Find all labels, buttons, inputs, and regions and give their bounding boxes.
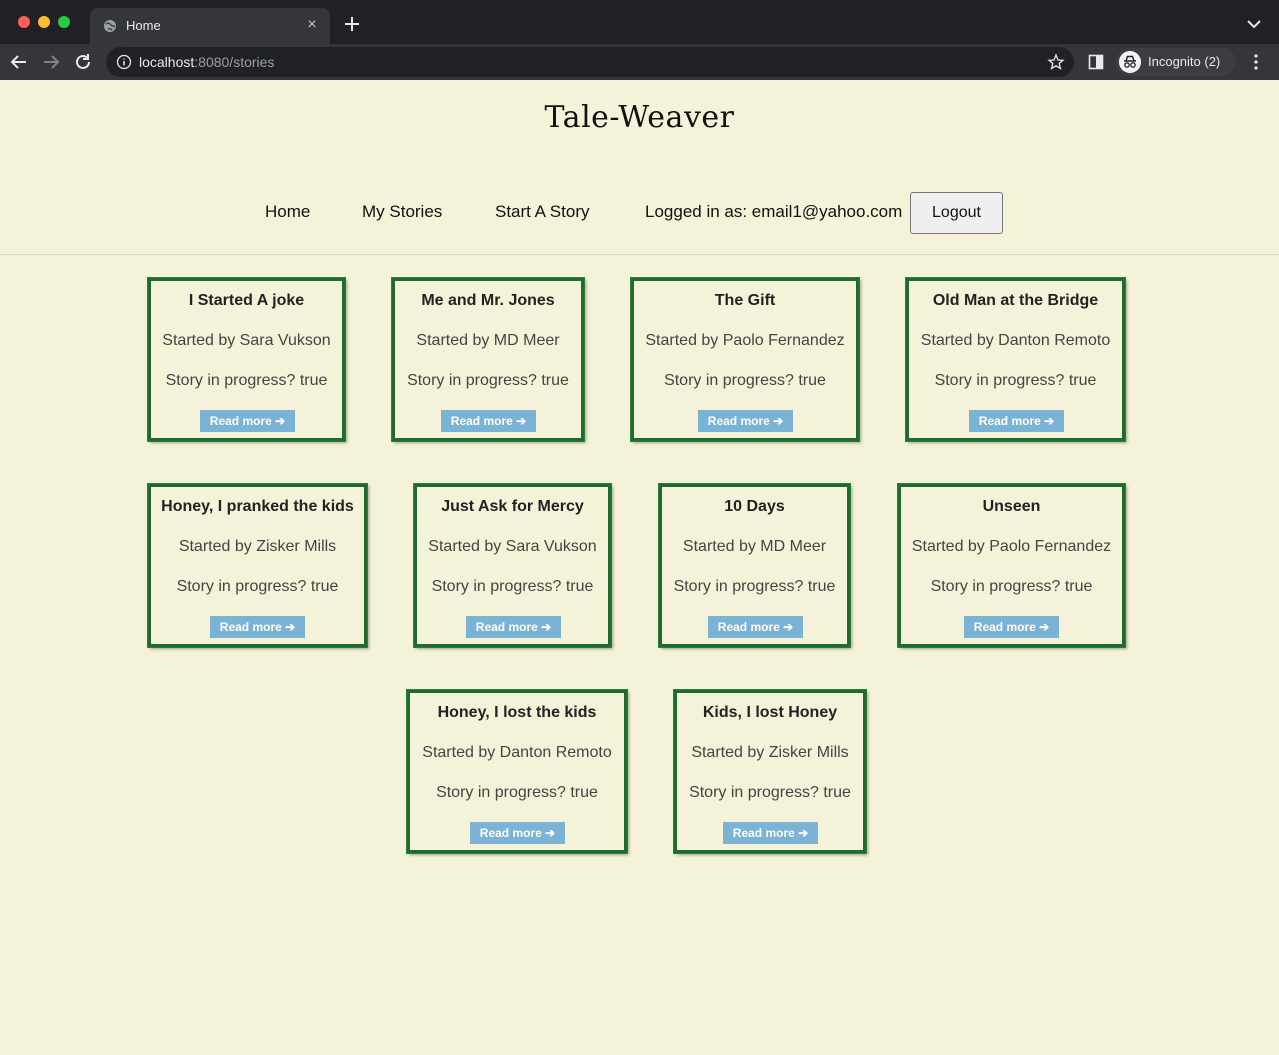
story-progress: Story in progress? true <box>176 578 339 595</box>
header-divider <box>0 254 1279 255</box>
story-card: Honey, I pranked the kids Started by Zis… <box>147 483 368 648</box>
story-author: Started by Sara Vukson <box>162 332 331 349</box>
reload-icon[interactable] <box>72 51 94 73</box>
story-card: Kids, I lost Honey Started by Zisker Mil… <box>673 689 867 854</box>
logged-in-status: Logged in as: email1@yahoo.com <box>645 202 903 221</box>
browser-chrome: Home × localhost:8080/stories Incognito … <box>0 0 1279 80</box>
nav-start-story-link[interactable]: Start A Story <box>495 202 590 222</box>
story-title: Honey, I pranked the kids <box>161 498 354 515</box>
incognito-profile-button[interactable]: Incognito (2) <box>1116 48 1236 76</box>
read-more-button[interactable]: Read more ➔ <box>698 410 793 432</box>
globe-icon <box>104 20 116 32</box>
back-arrow-icon[interactable] <box>8 51 30 73</box>
close-tab-icon[interactable]: × <box>304 17 320 33</box>
story-card: Unseen Started by Paolo Fernandez Story … <box>897 483 1126 648</box>
story-progress: Story in progress? true <box>165 372 328 389</box>
more-menu-icon[interactable] <box>1248 53 1264 71</box>
story-title: 10 Days <box>724 498 785 515</box>
side-panel-icon[interactable] <box>1088 54 1104 70</box>
incognito-icon <box>1119 51 1141 73</box>
story-author: Started by MD Meer <box>416 332 560 349</box>
story-author: Started by Paolo Fernandez <box>645 332 845 349</box>
browser-tab-home[interactable]: Home × <box>90 8 330 44</box>
story-progress: Story in progress? true <box>689 784 851 801</box>
story-progress: Story in progress? true <box>934 372 1097 389</box>
story-title: Just Ask for Mercy <box>441 498 584 515</box>
read-more-button[interactable]: Read more ➔ <box>470 822 565 844</box>
story-title: The Gift <box>714 292 776 309</box>
story-author: Started by Paolo Fernandez <box>911 538 1112 555</box>
forward-arrow-icon[interactable] <box>40 51 62 73</box>
url-text[interactable]: localhost:8080/stories <box>139 54 274 70</box>
story-progress: Story in progress? true <box>673 578 836 595</box>
read-more-button[interactable]: Read more ➔ <box>708 616 803 638</box>
read-more-button[interactable]: Read more ➔ <box>441 410 536 432</box>
read-more-button[interactable]: Read more ➔ <box>200 410 295 432</box>
tab-strip: Home × <box>0 0 1279 44</box>
story-title: Honey, I lost the kids <box>437 704 597 721</box>
story-title: Kids, I lost Honey <box>702 704 838 721</box>
close-window-button[interactable] <box>18 16 30 28</box>
story-progress: Story in progress? true <box>431 578 594 595</box>
story-card: Honey, I lost the kids Started by Danton… <box>406 689 628 854</box>
new-tab-icon[interactable] <box>342 14 362 34</box>
story-author: Started by Sara Vukson <box>428 538 597 555</box>
browser-toolbar: localhost:8080/stories Incognito (2) <box>0 44 1279 80</box>
story-title: Old Man at the Bridge <box>932 292 1099 309</box>
story-author: Started by Danton Remoto <box>920 332 1111 349</box>
story-author: Started by Zisker Mills <box>178 538 337 555</box>
minimize-window-button[interactable] <box>38 16 50 28</box>
page-content: Tale-Weaver Home My Stories Start A Stor… <box>0 80 1279 1055</box>
story-title: Me and Mr. Jones <box>421 292 555 309</box>
story-card: Just Ask for Mercy Started by Sara Vukso… <box>413 483 612 648</box>
chevron-down-icon[interactable] <box>1246 18 1262 30</box>
url-host: localhost <box>139 54 195 70</box>
story-title: Unseen <box>982 498 1041 515</box>
story-author: Started by Danton Remoto <box>422 744 612 761</box>
story-card: I Started A joke Started by Sara Vukson … <box>147 277 346 442</box>
nav-my-stories-link[interactable]: My Stories <box>362 202 442 222</box>
read-more-button[interactable]: Read more ➔ <box>210 616 305 638</box>
story-progress: Story in progress? true <box>407 372 569 389</box>
nav-home-link[interactable]: Home <box>265 202 310 222</box>
main-nav: Home My Stories Start A Story Logged in … <box>0 192 1279 234</box>
bookmark-star-icon[interactable] <box>1047 53 1065 71</box>
url-path: :8080/stories <box>194 54 275 70</box>
address-bar[interactable]: localhost:8080/stories <box>106 47 1074 77</box>
story-progress: Story in progress? true <box>436 784 598 801</box>
read-more-button[interactable]: Read more ➔ <box>964 616 1059 638</box>
story-author: Started by MD Meer <box>682 538 827 555</box>
incognito-label: Incognito (2) <box>1148 54 1221 69</box>
story-progress: Story in progress? true <box>930 578 1093 595</box>
story-title: I Started A joke <box>188 292 305 309</box>
story-card: The Gift Started by Paolo Fernandez Stor… <box>630 277 860 442</box>
story-card: Me and Mr. Jones Started by MD Meer Stor… <box>391 277 585 442</box>
info-icon[interactable] <box>116 54 132 70</box>
read-more-button[interactable]: Read more ➔ <box>466 616 561 638</box>
story-progress: Story in progress? true <box>664 372 826 389</box>
tab-title: Home <box>126 18 161 33</box>
story-card: Old Man at the Bridge Started by Danton … <box>905 277 1126 442</box>
maximize-window-button[interactable] <box>58 16 70 28</box>
read-more-button[interactable]: Read more ➔ <box>723 822 818 844</box>
logout-button[interactable]: Logout <box>910 192 1003 234</box>
story-author: Started by Zisker Mills <box>691 744 849 761</box>
read-more-button[interactable]: Read more ➔ <box>969 410 1064 432</box>
story-card: 10 Days Started by MD Meer Story in prog… <box>658 483 851 648</box>
site-logo: Tale-Weaver <box>544 100 735 135</box>
